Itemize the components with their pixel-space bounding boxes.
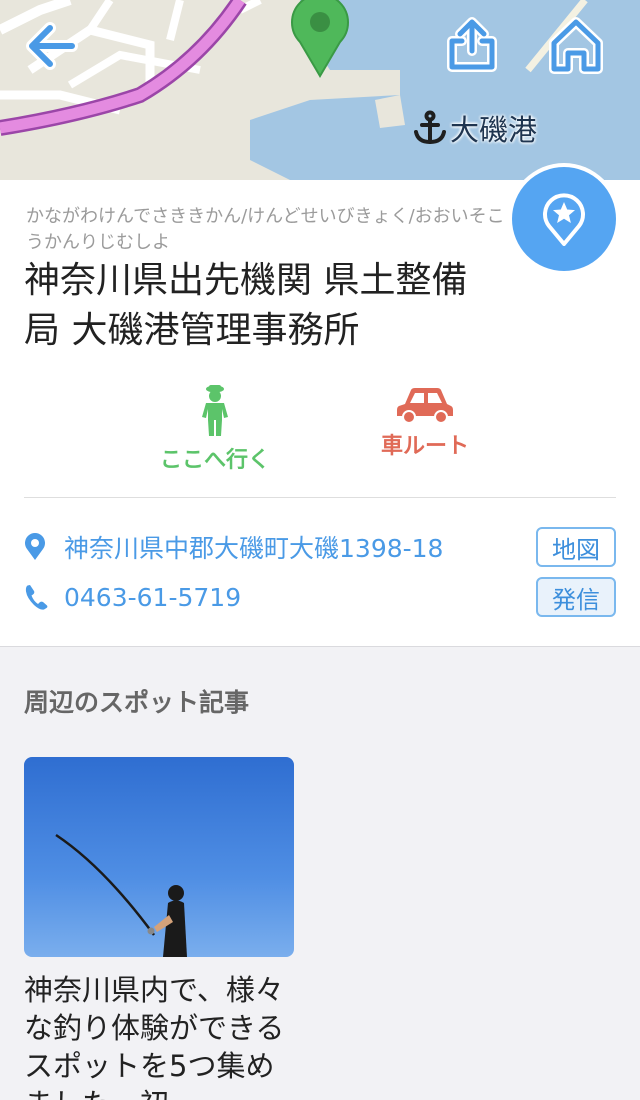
favorite-button[interactable] xyxy=(508,163,620,275)
harbor-name: 大磯港 xyxy=(450,113,538,147)
section-title: 周辺のスポット記事 xyxy=(24,688,250,717)
walk-route-button[interactable]: ここへ行く xyxy=(140,384,290,474)
home-button[interactable] xyxy=(542,12,610,78)
divider xyxy=(24,497,616,498)
car-route-label: 車ルート xyxy=(380,434,469,459)
phone-number[interactable]: 0463-61-5719 xyxy=(64,583,536,612)
map-button[interactable]: 地図 xyxy=(536,527,616,567)
walk-route-label: ここへ行く xyxy=(159,448,270,473)
article-caption: 神奈川県内で、様々な釣り体験ができるスポットを5つ集めました。初 xyxy=(24,973,285,1100)
map-view[interactable]: 大磯港 xyxy=(0,0,640,180)
phone-row: 0463-61-5719 発信 xyxy=(24,577,616,617)
nearby-articles-section: 周辺のスポット記事 神奈川県内で、様々な釣り体験ができるスポットを5つ集めました… xyxy=(0,646,640,1100)
car-route-button[interactable]: 車ルート xyxy=(350,384,500,474)
star-pin-icon xyxy=(543,193,585,246)
map-pin-icon[interactable] xyxy=(288,0,352,78)
home-icon xyxy=(549,17,603,74)
call-button[interactable]: 発信 xyxy=(536,577,616,617)
car-icon xyxy=(397,388,453,424)
address-text[interactable]: 神奈川県中郡大磯町大磯1398-18 xyxy=(64,529,536,565)
walking-person-icon xyxy=(202,385,228,436)
location-pin-icon xyxy=(25,533,45,560)
article-card[interactable]: 神奈川県内で、様々な釣り体験ができるスポットを5つ集めました。初 xyxy=(24,757,294,1100)
back-button[interactable] xyxy=(18,14,86,78)
place-title: 神奈川県出先機関 県土整備局 大磯港管理事務所 xyxy=(24,260,468,351)
phone-icon xyxy=(25,585,48,610)
arrow-left-icon xyxy=(26,22,78,70)
place-reading: かながわけんでさききかん/けんどせいびきょく/おおいそこうかんりじむしよ xyxy=(26,206,505,253)
share-button[interactable] xyxy=(438,12,506,78)
anchor-icon xyxy=(414,110,446,145)
harbor-label: 大磯港 xyxy=(412,106,537,150)
address-row: 神奈川県中郡大磯町大磯1398-18 地図 xyxy=(24,527,616,567)
share-icon xyxy=(447,17,497,72)
article-photo xyxy=(24,757,294,957)
